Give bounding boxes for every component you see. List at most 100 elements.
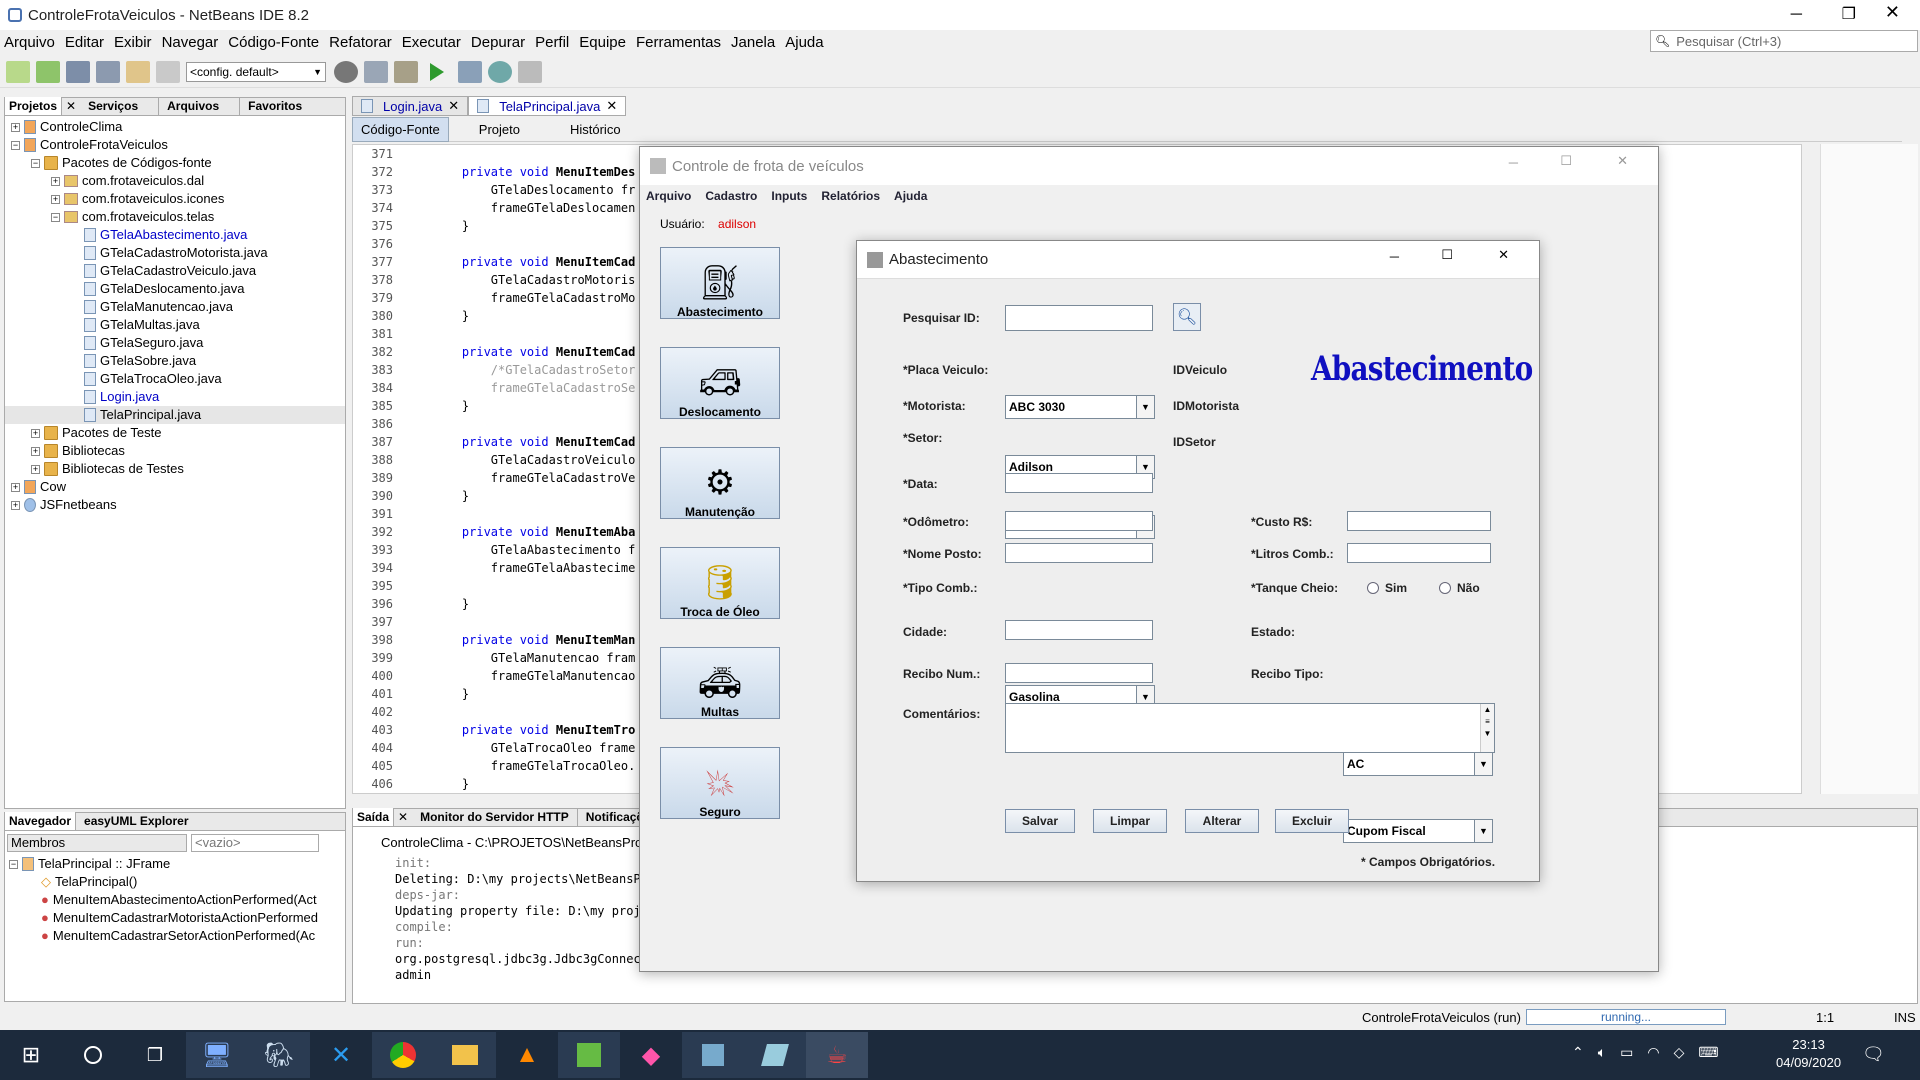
expand-icon[interactable]: − — [11, 140, 20, 150]
tab-servicos[interactable]: Serviços — [80, 97, 160, 115]
nao-radio[interactable]: Não — [1439, 581, 1480, 595]
limpar-button[interactable]: Limpar — [1093, 809, 1167, 833]
windows-start-icon[interactable]: ⊞ — [0, 1032, 62, 1078]
taskbar-app-git-icon[interactable]: ◆ — [620, 1032, 682, 1078]
profile-icon[interactable] — [488, 60, 512, 83]
frota-menu-ajuda[interactable]: Ajuda — [894, 189, 927, 203]
restore-button[interactable]: ❐ — [1842, 4, 1856, 24]
taskbar-app-java-icon[interactable]: ☕︎ — [806, 1032, 868, 1078]
expand-icon[interactable]: + — [11, 122, 20, 132]
subtab-historico[interactable]: Histórico — [550, 118, 641, 141]
globe-icon[interactable] — [334, 60, 358, 83]
volume-icon[interactable]: 🔈︎ — [1598, 1044, 1606, 1061]
tree-item[interactable]: GTelaCadastroMotorista.java — [5, 244, 345, 262]
salvar-button[interactable]: Salvar — [1005, 809, 1075, 833]
close-icon[interactable]: ✕ — [606, 98, 617, 114]
expand-icon[interactable]: + — [51, 194, 60, 204]
search-icon[interactable] — [62, 1032, 124, 1078]
close-icon[interactable]: ✕ — [62, 97, 80, 115]
menu-navegar[interactable]: Navegar — [162, 34, 219, 51]
tab-favoritos[interactable]: Favoritos — [240, 97, 322, 115]
cidade-input[interactable] — [1005, 620, 1153, 640]
excluir-button[interactable]: Excluir — [1275, 809, 1349, 833]
tree-item[interactable]: + Pacotes de Teste — [5, 424, 345, 442]
ide-search-box[interactable]: 🔍︎ Pesquisar (Ctrl+3) — [1650, 30, 1918, 52]
keyboard-icon[interactable]: ⌨︎ — [1698, 1044, 1718, 1061]
taskbar-app-explorer-icon[interactable] — [434, 1032, 496, 1078]
tree-item[interactable]: TelaPrincipal.java — [5, 406, 345, 424]
taskbar-app-chrome-icon[interactable] — [372, 1032, 434, 1078]
minimize-button[interactable]: ─ — [1390, 249, 1399, 264]
menu-equipe[interactable]: Equipe — [579, 34, 626, 51]
taskbar-app-pc-icon[interactable]: 🖥︎ — [186, 1032, 248, 1078]
tree-item[interactable]: − Pacotes de Códigos-fonte — [5, 154, 345, 172]
menu-ajuda[interactable]: Ajuda — [785, 34, 823, 51]
members-select[interactable]: Membros — [7, 834, 187, 852]
tree-item[interactable]: GTelaDeslocamento.java — [5, 280, 345, 298]
filter-select[interactable]: <vazio> — [191, 834, 319, 852]
subtab-codigo-fonte[interactable]: Código-Fonte — [352, 117, 449, 142]
estado-select[interactable]: AC ▼ — [1343, 752, 1493, 776]
expand-icon[interactable]: + — [11, 482, 20, 492]
posto-input[interactable] — [1005, 543, 1153, 563]
menu-exibir[interactable]: Exibir — [114, 34, 152, 51]
frota-menu-relatorios[interactable]: Relatórios — [821, 189, 880, 203]
taskbar-app-notes-icon[interactable] — [744, 1032, 806, 1078]
expand-icon[interactable]: + — [31, 464, 40, 474]
tree-item[interactable]: + Bibliotecas de Testes — [5, 460, 345, 478]
close-button[interactable]: ✕ — [1617, 153, 1628, 169]
tree-item[interactable]: + JSFnetbeans — [5, 496, 345, 514]
debug-icon[interactable] — [458, 60, 482, 83]
nav-item[interactable]: ● MenuItemCadastrarSetorActionPerformed(A… — [9, 927, 345, 945]
frota-menu-cadastro[interactable]: Cadastro — [705, 189, 757, 203]
nav-item[interactable]: ● MenuItemAbastecimentoActionPerformed(Ac… — [9, 891, 345, 909]
notification-icon[interactable]: 🗨︎ — [1862, 1044, 1885, 1065]
taskbar-app-chart-icon[interactable] — [558, 1032, 620, 1078]
menu-editar[interactable]: Editar — [65, 34, 104, 51]
clean-build-icon[interactable] — [394, 60, 418, 83]
frota-menu-arquivo[interactable]: Arquivo — [646, 189, 691, 203]
tree-item[interactable]: − com.frotaveiculos.telas — [5, 208, 345, 226]
recibo-tipo-select[interactable]: Cupom Fiscal ▼ — [1343, 819, 1493, 843]
wifi-icon[interactable]: ◠ — [1647, 1044, 1659, 1061]
clock[interactable]: 23:13 04/09/2020 — [1776, 1036, 1841, 1072]
network-icon[interactable]: ▭ — [1620, 1044, 1633, 1061]
tree-item[interactable]: GTelaAbastecimento.java — [5, 226, 345, 244]
new-file-icon[interactable] — [36, 60, 60, 83]
tree-item[interactable]: + com.frotaveiculos.dal — [5, 172, 345, 190]
tree-item[interactable]: GTelaSeguro.java — [5, 334, 345, 352]
expand-icon[interactable]: + — [11, 500, 20, 510]
tree-item[interactable]: GTelaMultas.java — [5, 316, 345, 334]
menu-refatorar[interactable]: Refatorar — [329, 34, 392, 51]
save-all-icon[interactable] — [96, 60, 120, 83]
menu-depurar[interactable]: Depurar — [471, 34, 525, 51]
open-project-icon[interactable] — [66, 60, 90, 83]
expand-icon[interactable]: + — [31, 446, 40, 456]
minimize-button[interactable]: ─ — [1791, 6, 1802, 24]
subtab-projeto[interactable]: Projeto — [449, 118, 550, 141]
new-project-icon[interactable] — [6, 60, 30, 83]
close-icon[interactable]: ✕ — [394, 808, 412, 826]
taskbar-app-postgres-icon[interactable]: 🐘︎ — [248, 1032, 310, 1078]
tree-item[interactable]: GTelaSobre.java — [5, 352, 345, 370]
frota-menu-inputs[interactable]: Inputs — [771, 189, 807, 203]
tree-item[interactable]: + com.frotaveiculos.icones — [5, 190, 345, 208]
comentarios-textarea[interactable]: ▲ ≡ ▼ — [1005, 703, 1495, 753]
sim-radio[interactable]: Sim — [1367, 581, 1407, 595]
menu-codigo-fonte[interactable]: Código-Fonte — [228, 34, 319, 51]
odometro-input[interactable] — [1005, 511, 1153, 531]
tab-arquivos[interactable]: Arquivos — [159, 97, 241, 115]
tab-navegador[interactable]: Navegador — [5, 812, 77, 830]
tree-item[interactable]: + Cow — [5, 478, 345, 496]
litros-input[interactable] — [1347, 543, 1491, 563]
dropbox-icon[interactable]: ◇ — [1674, 1044, 1685, 1061]
data-input[interactable] — [1005, 473, 1153, 493]
build-icon[interactable] — [364, 60, 388, 83]
recibo-num-input[interactable] — [1005, 663, 1153, 683]
pesquisar-id-input[interactable] — [1005, 305, 1153, 331]
maximize-button[interactable]: ☐ — [1560, 153, 1572, 169]
taskbar-app-vlc-icon[interactable]: ▲ — [496, 1032, 558, 1078]
tab-monitor-http[interactable]: Monitor do Servidor HTTP — [412, 808, 578, 826]
menu-arquivo[interactable]: Arquivo — [4, 34, 55, 51]
output-header[interactable]: ControleClima - C:\PROJETOS\NetBeansProj… — [381, 835, 652, 850]
